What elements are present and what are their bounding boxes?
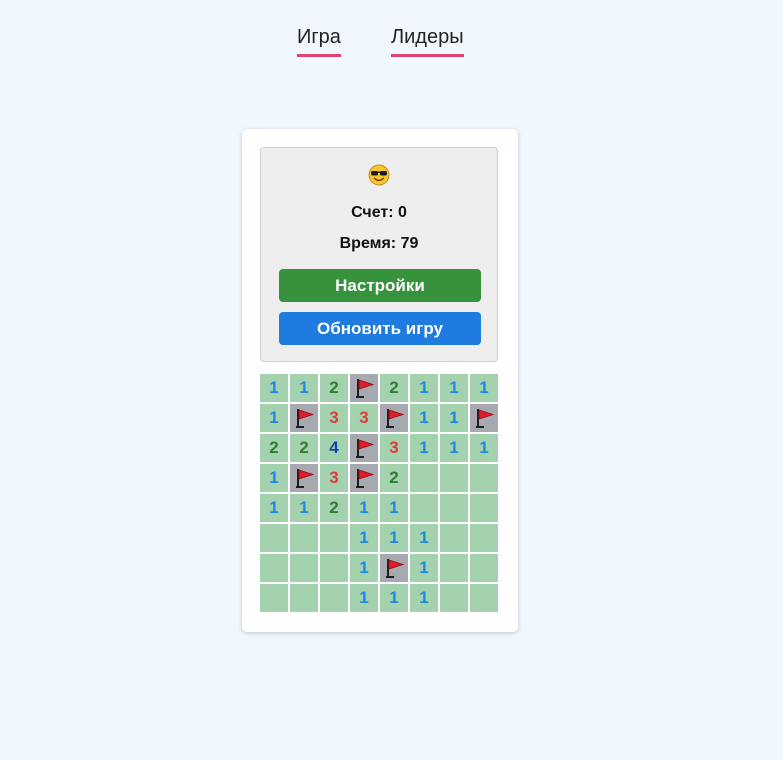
empty-cell[interactable] bbox=[260, 524, 288, 552]
number-cell[interactable]: 1 bbox=[350, 524, 378, 552]
face-indicator bbox=[261, 164, 497, 188]
flag-icon bbox=[296, 469, 315, 488]
number-cell[interactable]: 1 bbox=[380, 524, 408, 552]
number-cell[interactable]: 1 bbox=[260, 494, 288, 522]
empty-cell[interactable] bbox=[320, 524, 348, 552]
number-cell[interactable]: 2 bbox=[320, 374, 348, 402]
number-cell[interactable]: 2 bbox=[290, 434, 318, 462]
flagged-cell[interactable] bbox=[350, 374, 378, 402]
empty-cell[interactable] bbox=[410, 464, 438, 492]
number-cell[interactable]: 2 bbox=[380, 374, 408, 402]
empty-cell[interactable] bbox=[440, 494, 468, 522]
game-card: Счет: 0 Время: 79 Настройки Обновить игр… bbox=[242, 129, 518, 632]
empty-cell[interactable] bbox=[470, 494, 498, 522]
empty-cell[interactable] bbox=[290, 584, 318, 612]
number-cell[interactable]: 1 bbox=[410, 434, 438, 462]
number-cell[interactable]: 1 bbox=[260, 404, 288, 432]
number-cell[interactable]: 1 bbox=[410, 404, 438, 432]
empty-cell[interactable] bbox=[290, 554, 318, 582]
number-cell[interactable]: 1 bbox=[410, 374, 438, 402]
number-cell[interactable]: 1 bbox=[410, 584, 438, 612]
empty-cell[interactable] bbox=[440, 584, 468, 612]
sunglasses-face-icon bbox=[368, 164, 390, 186]
empty-cell[interactable] bbox=[320, 554, 348, 582]
flag-icon bbox=[356, 469, 375, 488]
number-cell[interactable]: 1 bbox=[380, 494, 408, 522]
empty-cell[interactable] bbox=[470, 584, 498, 612]
number-cell[interactable]: 4 bbox=[320, 434, 348, 462]
number-cell[interactable]: 1 bbox=[380, 584, 408, 612]
number-cell[interactable]: 2 bbox=[320, 494, 348, 522]
flagged-cell[interactable] bbox=[470, 404, 498, 432]
empty-cell[interactable] bbox=[470, 464, 498, 492]
empty-cell[interactable] bbox=[440, 554, 468, 582]
flagged-cell[interactable] bbox=[350, 434, 378, 462]
flag-icon bbox=[386, 559, 405, 578]
number-cell[interactable]: 3 bbox=[320, 404, 348, 432]
time-label: Время: 79 bbox=[339, 235, 419, 252]
empty-cell[interactable] bbox=[410, 494, 438, 522]
number-cell[interactable]: 3 bbox=[380, 434, 408, 462]
empty-cell[interactable] bbox=[470, 524, 498, 552]
number-cell[interactable]: 2 bbox=[260, 434, 288, 462]
number-cell[interactable]: 1 bbox=[440, 404, 468, 432]
flag-icon bbox=[356, 379, 375, 398]
empty-cell[interactable] bbox=[320, 584, 348, 612]
score-label: Счет: 0 bbox=[351, 204, 407, 221]
flagged-cell[interactable] bbox=[290, 404, 318, 432]
flagged-cell[interactable] bbox=[380, 554, 408, 582]
flag-icon bbox=[296, 409, 315, 428]
number-cell[interactable]: 1 bbox=[440, 374, 468, 402]
flag-icon bbox=[356, 439, 375, 458]
number-cell[interactable]: 1 bbox=[410, 554, 438, 582]
flagged-cell[interactable] bbox=[350, 464, 378, 492]
empty-cell[interactable] bbox=[260, 584, 288, 612]
number-cell[interactable]: 1 bbox=[470, 434, 498, 462]
number-cell[interactable]: 3 bbox=[320, 464, 348, 492]
number-cell[interactable]: 1 bbox=[470, 374, 498, 402]
number-cell[interactable]: 1 bbox=[350, 554, 378, 582]
status-panel: Счет: 0 Время: 79 Настройки Обновить игр… bbox=[260, 147, 498, 362]
restart-game-button[interactable]: Обновить игру bbox=[279, 312, 481, 345]
number-cell[interactable]: 1 bbox=[260, 374, 288, 402]
number-cell[interactable]: 1 bbox=[290, 374, 318, 402]
flag-icon bbox=[386, 409, 405, 428]
number-cell[interactable]: 1 bbox=[290, 494, 318, 522]
tab-leaders[interactable]: Лидеры bbox=[391, 26, 464, 57]
empty-cell[interactable] bbox=[440, 524, 468, 552]
flagged-cell[interactable] bbox=[290, 464, 318, 492]
empty-cell[interactable] bbox=[470, 554, 498, 582]
number-cell[interactable]: 1 bbox=[260, 464, 288, 492]
flag-icon bbox=[476, 409, 495, 428]
number-cell[interactable]: 1 bbox=[350, 494, 378, 522]
empty-cell[interactable] bbox=[260, 554, 288, 582]
empty-cell[interactable] bbox=[440, 464, 468, 492]
flagged-cell[interactable] bbox=[380, 404, 408, 432]
tab-game[interactable]: Игра bbox=[297, 26, 341, 57]
settings-button[interactable]: Настройки bbox=[279, 269, 481, 302]
empty-cell[interactable] bbox=[290, 524, 318, 552]
number-cell[interactable]: 1 bbox=[350, 584, 378, 612]
number-cell[interactable]: 2 bbox=[380, 464, 408, 492]
top-navigation: Игра Лидеры bbox=[0, 26, 783, 58]
number-cell[interactable]: 1 bbox=[440, 434, 468, 462]
minesweeper-board: 11221111331122431111321121111111111 bbox=[260, 374, 500, 614]
number-cell[interactable]: 3 bbox=[350, 404, 378, 432]
number-cell[interactable]: 1 bbox=[410, 524, 438, 552]
